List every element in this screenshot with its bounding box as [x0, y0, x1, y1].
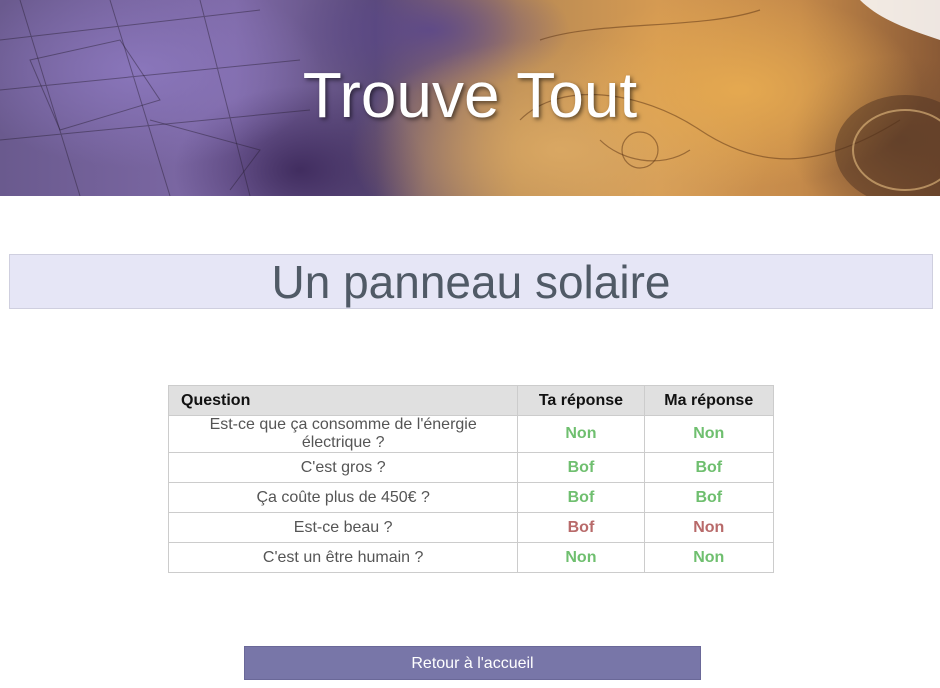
subject-title: Un panneau solaire — [271, 256, 671, 308]
header-your-answer: Ta réponse — [517, 385, 645, 416]
your-answer-cell: Bof — [517, 452, 645, 483]
question-cell: Ça coûte plus de 450€ ? — [167, 482, 519, 513]
question-cell: Est-ce beau ? — [167, 512, 519, 543]
header-my-answer: Ma réponse — [643, 385, 775, 416]
my-answer-cell: Bof — [643, 452, 775, 483]
your-answer-cell: Bof — [517, 512, 645, 543]
answers-table: Question Ta réponse Ma réponse Est-ce qu… — [167, 385, 775, 573]
question-cell: C'est gros ? — [167, 452, 519, 483]
table-row: C'est un être humain ? Non Non — [167, 542, 775, 573]
question-cell: C'est un être humain ? — [167, 542, 519, 573]
question-cell: Est-ce que ça consomme de l'énergie élec… — [167, 415, 519, 453]
table-header-row: Question Ta réponse Ma réponse — [167, 385, 775, 416]
my-answer-cell: Bof — [643, 482, 775, 513]
your-answer-cell: Non — [517, 415, 645, 453]
my-answer-cell: Non — [643, 415, 775, 453]
header-banner: Trouve Tout — [0, 0, 940, 196]
table-row: Est-ce beau ? Bof Non — [167, 512, 775, 543]
table-row: Ça coûte plus de 450€ ? Bof Bof — [167, 482, 775, 513]
table-row: Est-ce que ça consomme de l'énergie élec… — [167, 415, 775, 453]
back-to-home-button[interactable]: Retour à l'accueil — [244, 646, 701, 680]
header-question: Question — [167, 385, 519, 416]
table-row: C'est gros ? Bof Bof — [167, 452, 775, 483]
subject-header: Un panneau solaire — [9, 254, 933, 309]
your-answer-cell: Non — [517, 542, 645, 573]
my-answer-cell: Non — [643, 542, 775, 573]
site-title: Trouve Tout — [302, 59, 638, 131]
your-answer-cell: Bof — [517, 482, 645, 513]
my-answer-cell: Non — [643, 512, 775, 543]
